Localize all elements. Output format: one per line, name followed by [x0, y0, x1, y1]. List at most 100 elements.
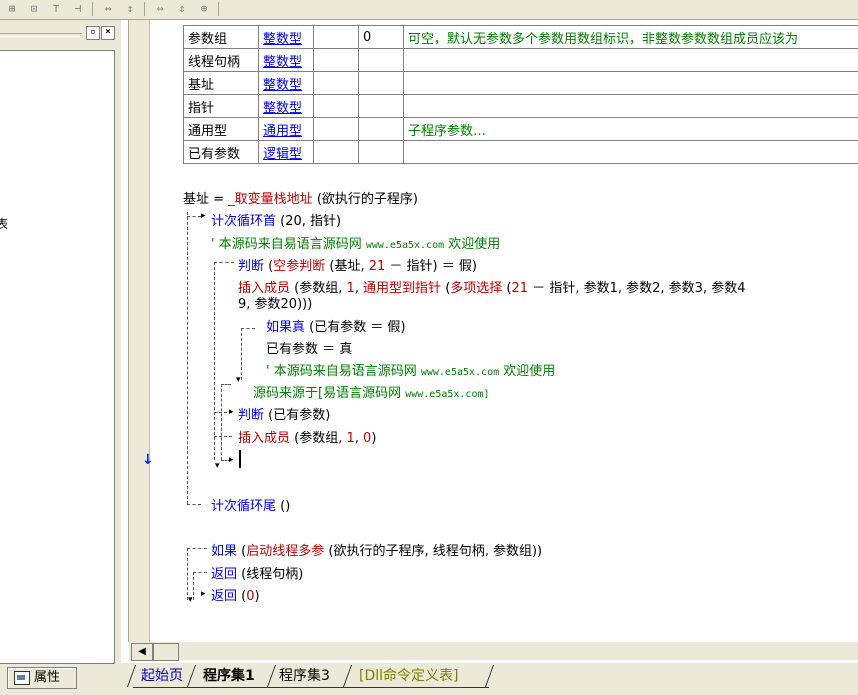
param-type[interactable]: 整数型: [258, 71, 314, 95]
param-type[interactable]: 整数型: [258, 25, 314, 49]
flow-arrow-icon: ▸: [229, 407, 234, 417]
code-line[interactable]: 如果 (启动线程多参 (欲执行的子程序, 线程句柄, 参数组)): [211, 540, 542, 559]
if-guide-line: [187, 548, 207, 549]
code-text: － 指针) ＝ 假): [385, 259, 477, 274]
code-editor[interactable]: ↓ 参数组 整数型 0 可空，默认无参数多个参数用数组标识，非整数参数数组成员应该为线…: [121, 20, 858, 695]
restore-icon[interactable]: ▫: [86, 26, 100, 40]
code-line[interactable]: 计次循环首 (20, 指针): [211, 210, 341, 229]
param-flag[interactable]: [313, 94, 359, 118]
align-right-icon[interactable]: ⊣: [70, 1, 86, 17]
param-name[interactable]: 已有参数: [183, 140, 259, 164]
param-type[interactable]: 逻辑型: [258, 140, 314, 164]
space-horizontal-icon[interactable]: ↔: [100, 1, 116, 17]
tab-start-page[interactable]: 起始页: [141, 665, 183, 687]
code-line[interactable]: 9, 参数20))): [238, 293, 312, 312]
code-text: (参数组,: [290, 431, 347, 446]
number-literal: 21: [511, 281, 529, 296]
param-type[interactable]: 通用型: [258, 117, 314, 141]
param-name[interactable]: 指针: [183, 94, 259, 118]
code-line[interactable]: 插入成员 (参数组, 1, 0): [238, 427, 376, 446]
param-row[interactable]: 线程句柄 整数型: [183, 48, 858, 72]
number-literal: 21: [368, 259, 386, 274]
keyword: 如果真: [266, 320, 306, 335]
code-text: ): [371, 431, 377, 446]
flow-arrow-icon: ▾: [215, 461, 220, 471]
comment-line[interactable]: ' 本源码来自易语言源码网 www.e5a5x.com 欢迎使用: [266, 360, 555, 379]
param-name[interactable]: 线程句柄: [183, 48, 259, 72]
scroll-thumb[interactable]: [153, 643, 179, 661]
param-row[interactable]: 通用型 通用型 子程序参数…: [183, 117, 858, 141]
tab-program-set-1[interactable]: 程序集1: [203, 665, 255, 687]
comment-line[interactable]: 源码来源于[易语言源码网 www.e5a5x.com]: [253, 382, 490, 401]
param-note[interactable]: 子程序参数…: [403, 117, 858, 141]
tab-divider: [266, 665, 277, 687]
code-line[interactable]: 基址 = _取变量栈地址 (欲执行的子程序): [183, 188, 418, 207]
toolbar-separator: [92, 2, 93, 16]
param-row[interactable]: 已有参数 逻辑型: [183, 140, 858, 164]
code-line[interactable]: 如果真 (已有参数 ＝ 假): [266, 316, 406, 335]
param-note[interactable]: [403, 71, 858, 95]
param-default[interactable]: [358, 140, 404, 164]
number-literal: 0: [246, 589, 255, 604]
param-type[interactable]: 整数型: [258, 94, 314, 118]
code-line[interactable]: 计次循环尾 (): [211, 495, 290, 514]
tab-program-set-3[interactable]: 程序集3: [279, 665, 330, 687]
close-icon[interactable]: ×: [101, 26, 115, 40]
code-line[interactable]: 返回 (线程句柄): [211, 563, 303, 582]
param-flag[interactable]: [313, 71, 359, 95]
number-literal: 1: [346, 431, 355, 446]
toolbar-separator: [218, 2, 219, 16]
code-line[interactable]: 判断 (已有参数): [238, 404, 330, 423]
comment-text: 源码来源于[易语言源码网: [253, 386, 406, 401]
loop-guide-line: [187, 212, 188, 504]
scroll-left-icon[interactable]: ◀: [131, 643, 153, 661]
horizontal-scrollbar[interactable]: ◀: [129, 642, 858, 661]
param-default[interactable]: [358, 48, 404, 72]
param-note[interactable]: [403, 140, 858, 164]
param-default[interactable]: 0: [358, 25, 404, 49]
param-note[interactable]: 可空，默认无参数多个参数用数组标识，非整数参数数组成员应该为: [403, 25, 858, 49]
param-flag[interactable]: [313, 48, 359, 72]
code-line[interactable]: 返回 (0): [211, 585, 260, 604]
comment-line[interactable]: ' 本源码来自易语言源码网 www.e5a5x.com 欢迎使用: [211, 233, 500, 252]
properties-icon: [14, 671, 30, 685]
param-default[interactable]: [358, 94, 404, 118]
code-line[interactable]: 插入成员 (参数组, 1, 通用型到指针 (多项选择 (21 － 指针, 参数1…: [238, 277, 745, 296]
param-name[interactable]: 参数组: [183, 25, 259, 49]
same-height-icon[interactable]: ⇕: [174, 1, 190, 17]
param-row[interactable]: 指针 整数型: [183, 94, 858, 118]
param-flag[interactable]: [313, 140, 359, 164]
branch-guide-line: [221, 384, 222, 460]
param-name[interactable]: 通用型: [183, 117, 259, 141]
parameter-table: 参数组 整数型 0 可空，默认无参数多个参数用数组标识，非整数参数数组成员应该为 线程句…: [183, 25, 858, 164]
param-row[interactable]: 参数组 整数型 0 可空，默认无参数多个参数用数组标识，非整数参数数组成员应该为: [183, 25, 858, 49]
param-note[interactable]: [403, 48, 858, 72]
code-text: ): [254, 589, 260, 604]
param-default[interactable]: [358, 71, 404, 95]
panel-grip[interactable]: [0, 33, 82, 37]
code-text: 已有参数 ＝ 真: [266, 342, 353, 357]
same-width-icon[interactable]: ⇔: [152, 1, 168, 17]
align-center-horizontal-icon[interactable]: ⊞: [4, 1, 20, 17]
param-flag[interactable]: [313, 117, 359, 141]
flow-arrow-icon: ▸: [201, 589, 206, 599]
keyword: 判断: [238, 259, 265, 274]
param-flag[interactable]: [313, 25, 359, 49]
comment-text: 欢迎使用: [444, 237, 501, 252]
param-note[interactable]: [403, 94, 858, 118]
same-size-icon[interactable]: ⊕: [196, 1, 212, 17]
param-row[interactable]: 基址 整数型: [183, 71, 858, 95]
code-line[interactable]: 已有参数 ＝ 真: [266, 338, 352, 357]
space-vertical-icon[interactable]: ↕: [122, 1, 138, 17]
flow-arrow-icon: ▾: [188, 595, 193, 605]
param-default[interactable]: [358, 117, 404, 141]
properties-tab[interactable]: 属性: [7, 667, 77, 689]
tab-dll-commands[interactable]: [Dll命令定义表]: [359, 665, 458, 687]
param-name[interactable]: 基址: [183, 71, 259, 95]
code-text: 9, 参数20))): [238, 297, 313, 312]
align-center-vertical-icon[interactable]: ⊡: [26, 1, 42, 17]
align-top-icon[interactable]: ⊤: [48, 1, 64, 17]
param-type[interactable]: 整数型: [258, 48, 314, 72]
function-name: 空参判断: [273, 259, 326, 274]
code-line[interactable]: 判断 (空参判断 (基址, 21 － 指针) ＝ 假): [238, 255, 477, 274]
